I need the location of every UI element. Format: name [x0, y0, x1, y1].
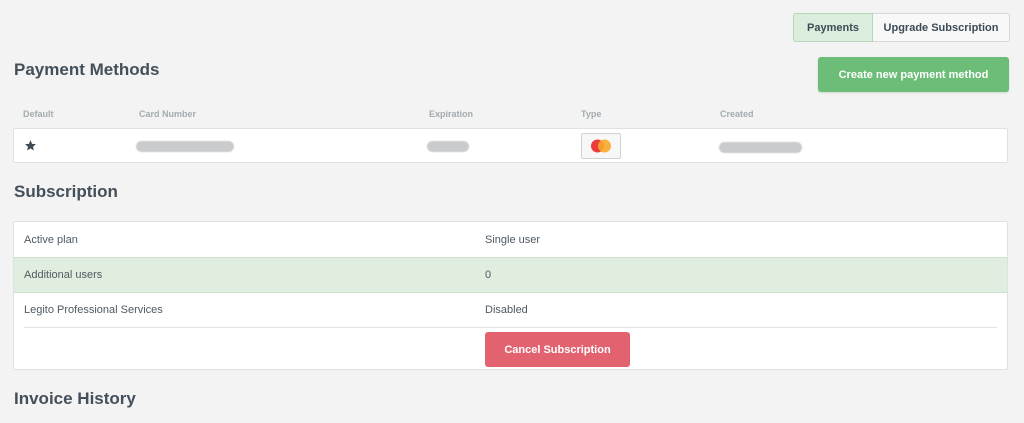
card-number-redacted	[136, 141, 234, 152]
row-value: Single user	[485, 234, 541, 246]
row-value: 0	[485, 269, 492, 281]
row-label: Active plan	[24, 234, 78, 246]
subscription-row-active-plan: Active plan Single user	[14, 222, 1007, 258]
cancel-subscription-button[interactable]: Cancel Subscription	[485, 332, 630, 367]
subscription-row-additional-users: Additional users 0	[14, 257, 1007, 293]
column-header-expiration: Expiration	[429, 109, 474, 119]
column-header-created: Created	[720, 109, 754, 119]
row-label: Legito Professional Services	[24, 304, 163, 316]
payment-method-row[interactable]	[13, 128, 1008, 163]
created-redacted	[719, 142, 802, 153]
invoice-history-title: Invoice History	[14, 389, 136, 408]
expiration-redacted	[427, 141, 469, 152]
payment-methods-title: Payment Methods	[14, 60, 160, 79]
card-type-badge	[581, 133, 621, 159]
tab-upgrade-subscription[interactable]: Upgrade Subscription	[873, 13, 1010, 42]
subscription-panel: Active plan Single user Additional users…	[13, 221, 1008, 370]
row-label: Additional users	[24, 269, 103, 281]
create-payment-method-button[interactable]: Create new payment method	[818, 57, 1009, 92]
column-header-type: Type	[581, 109, 602, 119]
tab-payments[interactable]: Payments	[793, 13, 873, 42]
row-value: Disabled	[485, 304, 528, 316]
mastercard-icon	[591, 139, 611, 153]
subscription-title: Subscription	[14, 182, 118, 201]
divider	[24, 327, 997, 328]
column-header-card-number: Card Number	[139, 109, 197, 119]
column-header-default: Default	[23, 109, 54, 119]
subscription-row-professional-services: Legito Professional Services Disabled	[14, 292, 1007, 328]
star-icon[interactable]	[24, 139, 37, 152]
top-tabs: Payments Upgrade Subscription	[793, 13, 1010, 42]
